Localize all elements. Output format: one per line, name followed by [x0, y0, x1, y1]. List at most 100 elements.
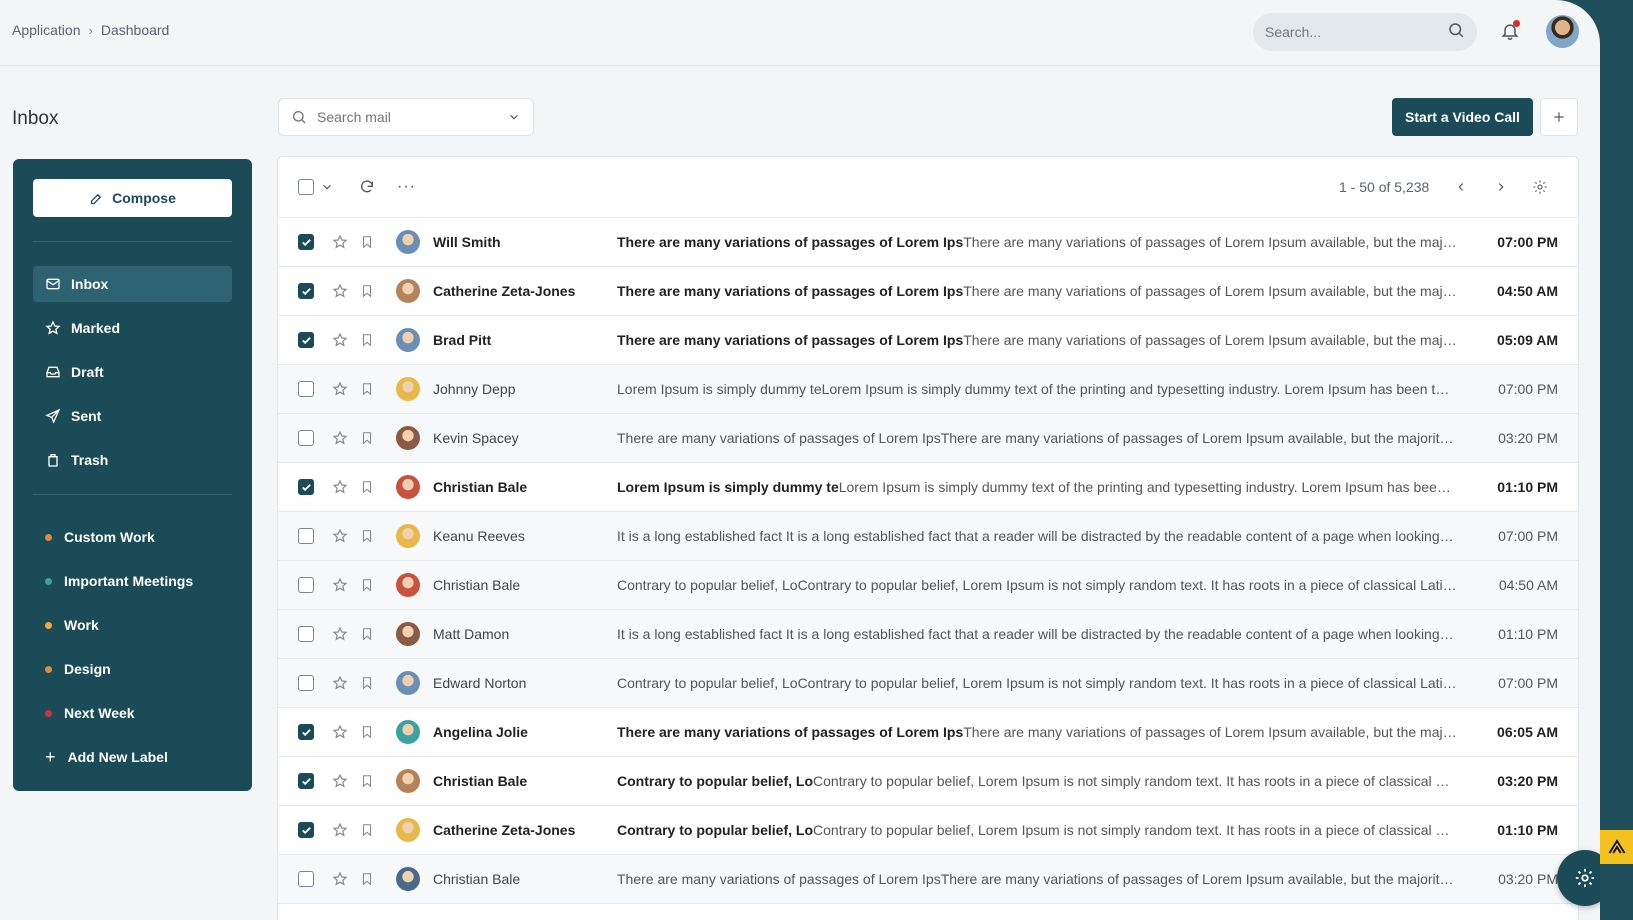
bookmark-icon[interactable]: [360, 479, 374, 495]
row-checkbox[interactable]: [298, 675, 314, 691]
sender-name: Edward Norton: [433, 675, 527, 691]
sidebar-item-sent[interactable]: Sent: [33, 398, 232, 434]
bookmark-icon[interactable]: [360, 528, 374, 544]
add-button[interactable]: [1540, 98, 1578, 136]
message-subject: It is a long established fact: [617, 626, 786, 642]
chevron-right-icon: ›: [88, 22, 93, 38]
row-checkbox[interactable]: [298, 430, 314, 446]
message-preview: There are many variations of passages of…: [963, 724, 1457, 740]
sidebar-label-next-week[interactable]: Next Week: [33, 695, 232, 731]
row-checkbox[interactable]: [298, 332, 314, 348]
star-icon[interactable]: [332, 871, 348, 887]
sidebar-item-label: Trash: [71, 452, 109, 468]
mail-row[interactable]: Catherine Zeta-Jones There are many vari…: [278, 267, 1578, 316]
add-new-label-button[interactable]: + Add New Label: [33, 739, 232, 775]
bookmark-icon[interactable]: [360, 430, 374, 446]
row-checkbox[interactable]: [298, 283, 314, 299]
star-icon[interactable]: [332, 332, 348, 348]
sidebar-label-text: Important Meetings: [64, 573, 194, 589]
mail-search-box[interactable]: [278, 98, 534, 136]
sidebar-label-design[interactable]: Design: [33, 651, 232, 687]
mail-search-input[interactable]: [317, 109, 497, 125]
star-icon[interactable]: [332, 675, 348, 691]
star-icon[interactable]: [332, 479, 348, 495]
select-all-checkbox[interactable]: [298, 179, 314, 195]
row-checkbox[interactable]: [298, 773, 314, 789]
row-checkbox[interactable]: [298, 479, 314, 495]
star-icon[interactable]: [332, 822, 348, 838]
compose-button[interactable]: Compose: [33, 179, 232, 217]
start-video-call-button[interactable]: Start a Video Call: [1392, 98, 1533, 136]
bookmark-icon[interactable]: [360, 381, 374, 397]
mail-row[interactable]: Keanu Reeves It is a long established fa…: [278, 512, 1578, 561]
sidebar-label-work[interactable]: Work: [33, 607, 232, 643]
message-subject: There are many variations of passages of…: [617, 283, 964, 299]
mail-row[interactable]: Matt Damon It is a long established fact…: [278, 610, 1578, 659]
bookmark-icon[interactable]: [360, 626, 374, 642]
settings-gear-icon[interactable]: [1532, 179, 1548, 195]
row-checkbox[interactable]: [298, 626, 314, 642]
sidebar-label-custom-work[interactable]: Custom Work: [33, 519, 232, 555]
star-icon[interactable]: [332, 234, 348, 250]
star-icon[interactable]: [332, 577, 348, 593]
breadcrumb-root[interactable]: Application: [12, 22, 81, 38]
sidebar-item-marked[interactable]: Marked: [33, 310, 232, 346]
row-checkbox[interactable]: [298, 528, 314, 544]
mail-row[interactable]: Johnny Depp Lorem Ipsum is simply dummy …: [278, 365, 1578, 414]
sidebar-item-inbox[interactable]: Inbox: [33, 266, 232, 302]
sidebar-label-important-meetings[interactable]: Important Meetings: [33, 563, 232, 599]
bookmark-icon[interactable]: [360, 234, 374, 250]
notification-bell-icon[interactable]: [1500, 20, 1520, 47]
star-icon[interactable]: [332, 773, 348, 789]
mail-row[interactable]: Catherine Zeta-Jones Contrary to popular…: [278, 806, 1578, 855]
star-icon[interactable]: [332, 626, 348, 642]
sender-name: Keanu Reeves: [433, 528, 525, 544]
row-checkbox[interactable]: [298, 822, 314, 838]
star-icon[interactable]: [332, 528, 348, 544]
mail-row[interactable]: Brad Pitt There are many variations of p…: [278, 316, 1578, 365]
more-options-icon[interactable]: ···: [397, 178, 416, 196]
breadcrumb: Application › Dashboard: [12, 22, 169, 38]
sidebar-item-trash[interactable]: Trash: [33, 442, 232, 478]
bookmark-icon[interactable]: [360, 332, 374, 348]
row-checkbox[interactable]: [298, 234, 314, 250]
chevron-down-icon[interactable]: [320, 180, 334, 194]
top-search-input[interactable]: [1265, 24, 1435, 40]
star-icon[interactable]: [332, 724, 348, 740]
row-checkbox[interactable]: [298, 577, 314, 593]
mail-row[interactable]: Christian Bale Lorem Ipsum is simply dum…: [278, 463, 1578, 512]
row-checkbox[interactable]: [298, 871, 314, 887]
user-avatar[interactable]: [1546, 15, 1579, 48]
mail-row[interactable]: Christian Bale Contrary to popular belie…: [278, 561, 1578, 610]
search-icon[interactable]: [1447, 21, 1465, 44]
mail-row[interactable]: Will Smith There are many variations of …: [278, 218, 1578, 267]
mail-row[interactable]: Christian Bale Contrary to popular belie…: [278, 757, 1578, 806]
sidebar-item-draft[interactable]: Draft: [33, 354, 232, 390]
star-icon[interactable]: [332, 381, 348, 397]
brand-badge[interactable]: [1600, 830, 1633, 864]
row-checkbox[interactable]: [298, 381, 314, 397]
mail-row[interactable]: Angelina Jolie There are many variations…: [278, 708, 1578, 757]
mail-row[interactable]: Edward Norton Contrary to popular belief…: [278, 659, 1578, 708]
star-icon[interactable]: [332, 430, 348, 446]
chevron-left-icon[interactable]: [1454, 180, 1468, 194]
bookmark-icon[interactable]: [360, 675, 374, 691]
mail-row[interactable]: Christian Bale There are many variations…: [278, 855, 1578, 904]
top-search-box[interactable]: [1253, 13, 1477, 51]
sidebar-item-label: Draft: [71, 364, 104, 380]
refresh-icon[interactable]: [359, 179, 375, 195]
bookmark-icon[interactable]: [360, 822, 374, 838]
star-icon[interactable]: [332, 283, 348, 299]
bookmark-icon[interactable]: [360, 283, 374, 299]
bookmark-icon[interactable]: [360, 724, 374, 740]
label-color-dot: [45, 533, 52, 541]
chevron-right-icon[interactable]: [1494, 180, 1508, 194]
bookmark-icon[interactable]: [360, 577, 374, 593]
message-preview: Lorem Ipsum is simply dummy text of the …: [838, 479, 1457, 495]
bookmark-icon[interactable]: [360, 773, 374, 789]
row-checkbox[interactable]: [298, 724, 314, 740]
sidebar-item-label: Marked: [71, 320, 121, 336]
bookmark-icon[interactable]: [360, 871, 374, 887]
message-time: 07:00 PM: [1497, 234, 1558, 250]
mail-row[interactable]: Kevin Spacey There are many variations o…: [278, 414, 1578, 463]
